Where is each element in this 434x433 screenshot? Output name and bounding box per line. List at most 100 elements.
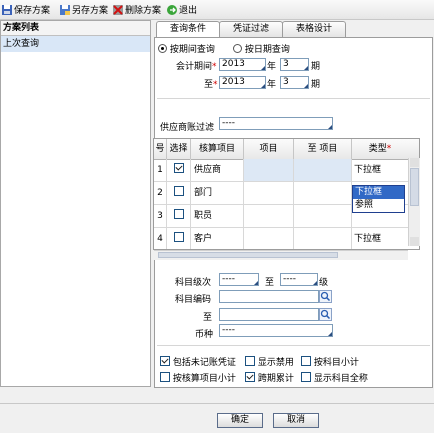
radio-by-period[interactable]: 按期间查询 (158, 42, 215, 55)
option-subtotal-by-subject-checkbox[interactable] (301, 356, 311, 366)
grid-vertical-scrollbar[interactable] (408, 158, 420, 246)
dropdown-option[interactable]: 下拉框 (353, 186, 404, 199)
scroll-thumb[interactable] (410, 168, 419, 206)
delete-scheme-button[interactable]: 删除方案 (112, 2, 161, 17)
tab-table-design[interactable]: 表格设计 (282, 21, 346, 37)
row-type-cell[interactable]: 下拉框 (352, 228, 408, 249)
scroll-up-arrow[interactable] (410, 158, 419, 167)
save-scheme-label: 保存方案 (14, 6, 51, 16)
option-subtotal-by-subject[interactable]: 按科目小计 (301, 355, 359, 368)
exit-button[interactable]: 退出 (166, 2, 197, 17)
option-cross-period-accumulate-label: 跨期累计 (257, 374, 294, 384)
currency-select[interactable]: ---- (219, 324, 333, 337)
subject-level-to-label: 至 (265, 278, 275, 288)
radio-by-date[interactable]: 按日期查询 (233, 42, 290, 55)
row-checkbox[interactable] (173, 209, 184, 219)
scheme-list-panel: 方案列表 上次查询 (0, 20, 151, 387)
row-to-project-cell[interactable] (294, 182, 352, 204)
row-number: 2 (154, 182, 167, 204)
row-item-name[interactable]: 客户 (191, 228, 244, 249)
option-include-unposted-checkbox[interactable] (160, 356, 170, 366)
dropdown-corner-icon (304, 66, 308, 70)
row-select-cell (167, 228, 191, 249)
option-cross-period-accumulate-checkbox[interactable] (245, 372, 255, 382)
table-row[interactable]: 4 客户 下拉框 (154, 228, 419, 249)
row-to-project-cell[interactable] (294, 159, 352, 181)
option-subtotal-by-item[interactable]: 按核算项目小计 (160, 371, 236, 384)
row-select-cell (167, 159, 191, 181)
row-item-name[interactable]: 供应商 (191, 159, 244, 181)
grid-horizontal-scrollbar[interactable] (154, 250, 408, 260)
row-number: 4 (154, 228, 167, 249)
option-cross-period-accumulate[interactable]: 跨期累计 (245, 371, 294, 384)
subject-code-to-input[interactable] (219, 308, 319, 321)
save-as-scheme-button[interactable]: 另存方案 (59, 2, 108, 17)
col-type-text: 类型 (368, 144, 387, 154)
option-subtotal-by-item-checkbox[interactable] (160, 372, 170, 382)
required-mark: * (212, 62, 217, 72)
col-select-header: 选择 (167, 139, 191, 159)
tab-voucher-filter[interactable]: 凭证过滤 (219, 21, 283, 37)
dropdown-corner-icon (261, 66, 265, 70)
row-to-project-cell[interactable] (294, 228, 352, 249)
type-dropdown-list: 下拉框 参照 (352, 185, 405, 213)
dropdown-option[interactable]: 参照 (353, 199, 404, 212)
subject-level-from-select[interactable]: ---- (219, 273, 259, 286)
row-type-cell[interactable]: 下拉框 (352, 159, 408, 181)
period-unit-label: 期 (311, 80, 321, 90)
subject-code-label: 科目编码 (175, 295, 212, 305)
save-icon (2, 4, 12, 15)
subject-code-search-icon[interactable] (319, 290, 332, 303)
period-unit-label: 期 (311, 62, 321, 72)
table-row[interactable]: 1 供应商 下拉框 (154, 159, 419, 182)
subject-level-to-select[interactable]: ---- (280, 273, 318, 286)
row-checkbox[interactable] (173, 186, 184, 196)
radio-by-date-label: 按日期查询 (244, 45, 290, 55)
scroll-down-arrow[interactable] (410, 237, 419, 246)
tab-query-conditions[interactable]: 查询条件 (156, 21, 220, 38)
row-to-project-cell[interactable] (294, 205, 352, 227)
scheme-list-item[interactable]: 上次查询 (1, 36, 150, 52)
col-to-project-header: 至 项目 (294, 139, 352, 159)
from-year-input[interactable]: 2013 (219, 58, 266, 71)
to-year-input[interactable]: 2013 (219, 76, 266, 89)
year-unit-label: 年 (267, 80, 277, 90)
grid-header: 号 选择 核算项目 项目 至 项目 类型* (154, 139, 419, 160)
to-period-input[interactable]: 3 (280, 76, 309, 89)
col-type-header: 类型* (352, 139, 408, 159)
supplier-filter-value: ---- (222, 118, 235, 128)
option-show-disabled-checkbox[interactable] (245, 356, 255, 366)
required-mark: * (213, 80, 218, 90)
radio-by-period-label: 按期间查询 (169, 45, 215, 55)
row-project-cell[interactable] (244, 182, 294, 204)
save-scheme-button[interactable]: 保存方案 (1, 2, 50, 17)
supplier-filter-select[interactable]: ---- (219, 117, 333, 130)
subject-level-unit: 级 (319, 278, 329, 288)
row-project-cell[interactable] (244, 228, 294, 249)
radio-by-period-indicator[interactable] (158, 44, 167, 53)
scroll-thumb[interactable] (158, 252, 338, 258)
delete-icon (113, 4, 123, 15)
row-item-name[interactable]: 职员 (191, 205, 244, 227)
row-checkbox[interactable] (173, 232, 184, 242)
radio-by-date-indicator[interactable] (233, 44, 242, 53)
row-project-cell[interactable] (244, 205, 294, 227)
option-show-disabled[interactable]: 显示禁用 (245, 355, 294, 368)
option-show-full-subject-name[interactable]: 显示科目全称 (301, 371, 368, 384)
dropdown-corner-icon (304, 84, 308, 88)
from-period-input[interactable]: 3 (280, 58, 309, 71)
cancel-button[interactable]: 取消 (273, 413, 319, 428)
footer-divider (0, 403, 434, 404)
row-number: 3 (154, 205, 167, 227)
row-project-cell[interactable] (244, 159, 294, 181)
period-to-text: 至 (204, 80, 214, 90)
ok-button[interactable]: 确定 (217, 413, 263, 428)
option-show-full-subject-name-checkbox[interactable] (301, 372, 311, 382)
option-include-unposted[interactable]: 包括未记账凭证 (160, 355, 236, 368)
row-item-name[interactable]: 部门 (191, 182, 244, 204)
option-show-full-subject-name-label: 显示科目全称 (313, 374, 368, 384)
to-year-value: 2013 (222, 77, 245, 87)
subject-code-from-input[interactable] (219, 290, 319, 303)
subject-code-to-search-icon[interactable] (319, 308, 332, 321)
row-checkbox[interactable] (173, 163, 184, 173)
